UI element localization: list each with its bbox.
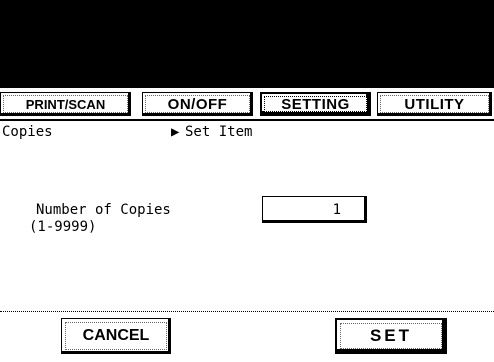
tab-utility[interactable]: UTILITY — [377, 92, 492, 116]
tab-setting[interactable]: SETTING — [260, 92, 371, 116]
set-button-label: SET — [340, 323, 442, 349]
triangle-right-icon: ▶ — [171, 124, 180, 140]
copies-label: Number of Copies — [36, 202, 171, 218]
copies-range: (1-9999) — [29, 219, 97, 235]
tab-print-scan[interactable]: PRINT/SCAN — [0, 92, 131, 116]
footer-divider — [0, 311, 494, 312]
tab-utility-label: UTILITY — [380, 95, 489, 113]
top-black-area — [0, 0, 494, 88]
set-button[interactable]: SET — [335, 318, 447, 354]
tab-on-off[interactable]: ON/OFF — [142, 92, 253, 116]
cancel-button-label: CANCEL — [65, 322, 167, 350]
cancel-button[interactable]: CANCEL — [61, 318, 171, 354]
tab-setting-label: SETTING — [264, 96, 367, 113]
number-of-copies-field[interactable]: 1 — [262, 196, 367, 223]
set-item-title: Set Item — [185, 124, 253, 140]
tab-on-off-label: ON/OFF — [145, 95, 250, 113]
section-title: Copies — [2, 124, 53, 140]
header-divider — [0, 119, 494, 121]
tab-print-scan-label: PRINT/SCAN — [3, 95, 128, 113]
